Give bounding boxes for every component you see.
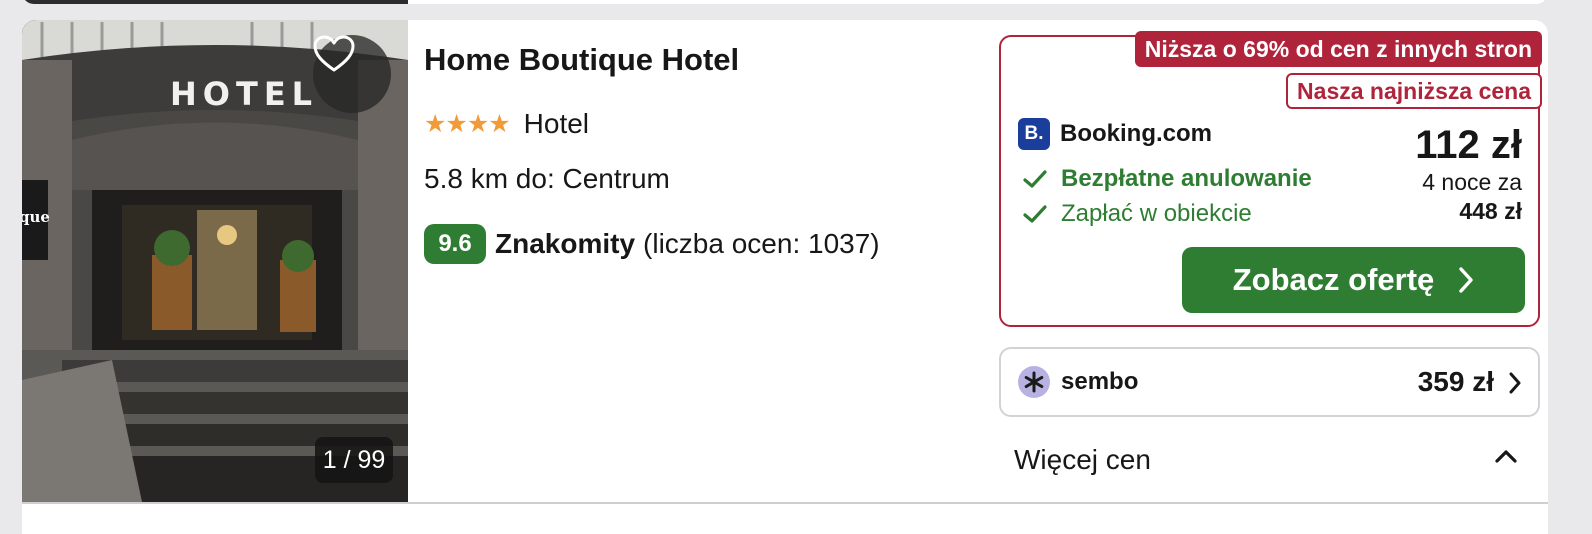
nightly-price: 112 zł: [1415, 123, 1522, 167]
provider-name: Booking.com: [1060, 120, 1213, 147]
chevron-right-icon: [1508, 371, 1522, 395]
lowest-price-badge: Nasza najniższa cena: [1286, 73, 1542, 109]
hotel-sign-text: HOTEL: [170, 75, 319, 113]
feature-label: Bezpłatne anulowanie: [1061, 165, 1312, 192]
nights-label: 4 noce za: [1422, 169, 1522, 195]
chevron-up-icon: [1494, 448, 1518, 464]
more-prices-toggle[interactable]: Więcej cen: [999, 434, 1540, 486]
hotel-card: HOTEL que 1 / 99 Home Boutique Hotel ★★★…: [22, 20, 1548, 504]
guest-rating[interactable]: 9.6 Znakomity (liczba ocen: 1037): [424, 224, 880, 264]
rating-count: (liczba ocen: 1037): [643, 228, 880, 259]
check-icon: [1023, 169, 1049, 189]
hotel-name[interactable]: Home Boutique Hotel: [424, 42, 739, 78]
asterisk-icon: [1018, 366, 1050, 398]
hotel-distance: 5.8 km do: Centrum: [424, 163, 670, 194]
best-offer-box[interactable]: Niższa o 69% od cen z innych stron Nasza…: [999, 31, 1542, 327]
view-offer-button[interactable]: Zobacz ofertę: [1182, 247, 1525, 313]
rating-score-badge: 9.6: [424, 224, 486, 264]
star-rating-icon: ★★★★: [424, 110, 511, 138]
alt-provider-name: sembo: [1061, 368, 1139, 395]
check-icon: [1023, 204, 1049, 224]
hotel-category: ★★★★ Hotel: [424, 108, 589, 140]
booking-logo-icon: B.: [1018, 118, 1050, 150]
view-offer-label: Zobacz ofertę: [1232, 262, 1435, 297]
discount-badge: Niższa o 69% od cen z innych stron: [1134, 31, 1542, 67]
alternative-offer-sembo[interactable]: sembo 359 zł: [999, 347, 1540, 417]
next-card-edge: [22, 504, 1548, 534]
rating-label: Znakomity: [495, 228, 636, 259]
feature-label: Zapłać w obiekcie: [1061, 200, 1252, 227]
chevron-right-icon: [1458, 266, 1474, 294]
alt-price: 359 zł: [1417, 366, 1494, 397]
hotel-photo[interactable]: HOTEL que 1 / 99: [22, 20, 408, 502]
side-sign-text: que: [22, 208, 50, 226]
previous-card-photo-edge: [22, 0, 408, 4]
heart-icon: [313, 35, 355, 72]
feature-pay-at-property: Zapłać w obiekcie: [1023, 200, 1252, 228]
photo-counter: 1 / 99: [315, 437, 393, 483]
total-price: 448 zł: [1459, 198, 1522, 224]
hotel-type: Hotel: [523, 108, 590, 139]
more-prices-label: Więcej cen: [1014, 444, 1151, 475]
feature-free-cancellation: Bezpłatne anulowanie: [1023, 165, 1312, 193]
offer-provider: B. Booking.com: [1018, 118, 1212, 150]
favorite-button[interactable]: [313, 35, 391, 113]
